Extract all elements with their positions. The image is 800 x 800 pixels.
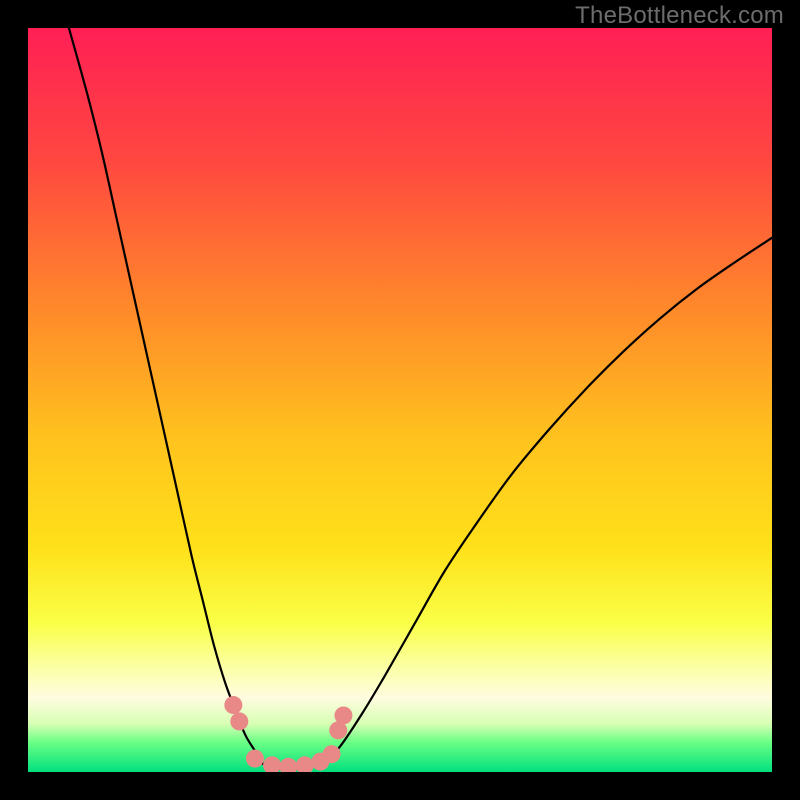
curve-marker (246, 750, 264, 768)
gradient-background (28, 28, 772, 772)
bottleneck-chart (28, 28, 772, 772)
watermark-text: TheBottleneck.com (575, 2, 784, 30)
curve-marker (323, 745, 341, 763)
curve-marker (224, 696, 242, 714)
chart-frame: TheBottleneck.com (0, 0, 800, 800)
curve-marker (230, 712, 248, 730)
curve-marker (334, 706, 352, 724)
